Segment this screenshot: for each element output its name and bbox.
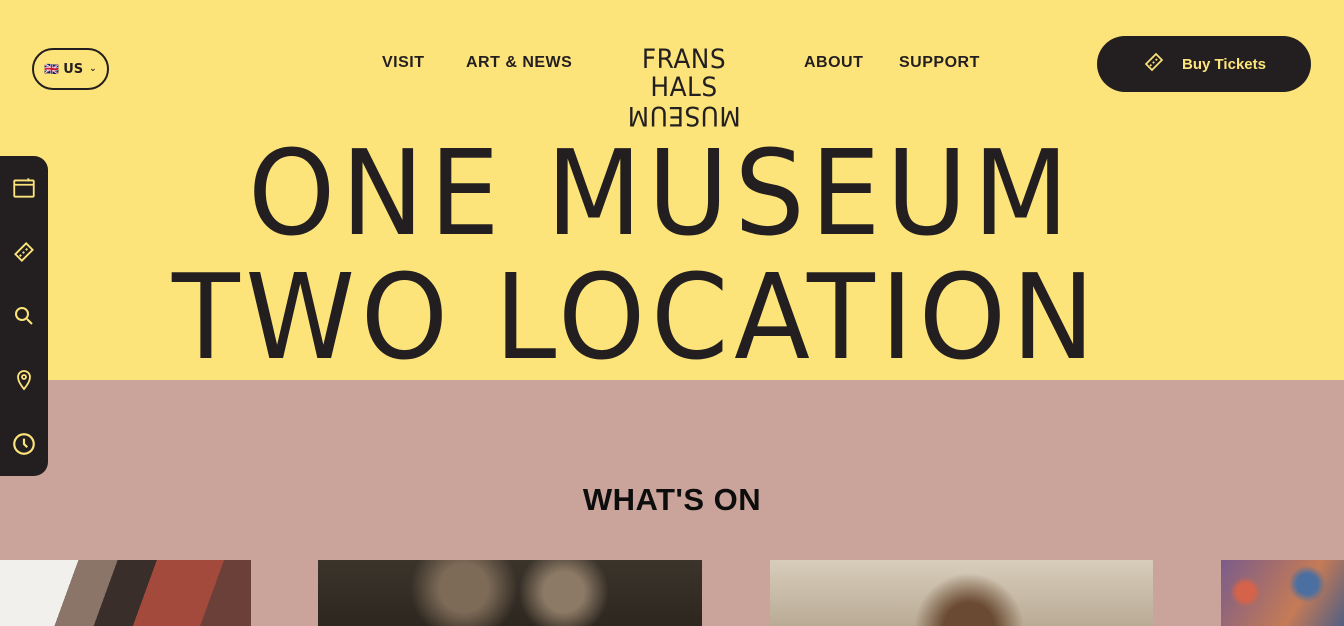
buy-tickets-button[interactable]: Buy Tickets [1097,36,1311,92]
event-card-image[interactable] [1221,560,1344,626]
nav-support[interactable]: SUPPORT [899,54,980,72]
chevron-down-icon: ⌄ [89,64,97,74]
section-title: WHAT'S ON [582,482,762,517]
hero-section: 🇬🇧 US ⌄ VISIT ART & NEWS FRANS HALS MUSE… [0,0,1344,380]
whats-on-section: WHAT'S ON [0,380,1344,626]
frans-hals-logo[interactable]: FRANS HALS MUSEUM [600,44,768,132]
ticket-icon[interactable] [10,238,38,266]
nav-visit[interactable]: VISIT [382,54,425,72]
ticket-icon [1142,50,1166,78]
quick-access-sidebar [0,156,48,476]
nav-art-news[interactable]: ART & NEWS [466,54,572,72]
language-label: US [63,61,84,77]
event-card-image[interactable] [318,560,702,626]
location-pin-icon[interactable] [10,366,38,394]
event-card-image[interactable] [770,560,1153,626]
search-icon[interactable] [10,302,38,330]
hero-headline-line-1: ONE MUSEUM [248,124,1075,262]
event-card-image[interactable] [0,560,251,626]
nav-about[interactable]: ABOUT [804,54,863,72]
logo-line-1: FRANS HALS [641,44,727,103]
buy-tickets-label: Buy Tickets [1182,55,1266,73]
uk-flag-icon: 🇬🇧 [44,62,60,76]
calendar-icon[interactable] [10,174,38,202]
hero-headline-line-2: TWO LOCATION [172,248,1101,386]
language-selector[interactable]: 🇬🇧 US ⌄ [32,48,109,90]
clock-icon[interactable] [10,430,38,458]
